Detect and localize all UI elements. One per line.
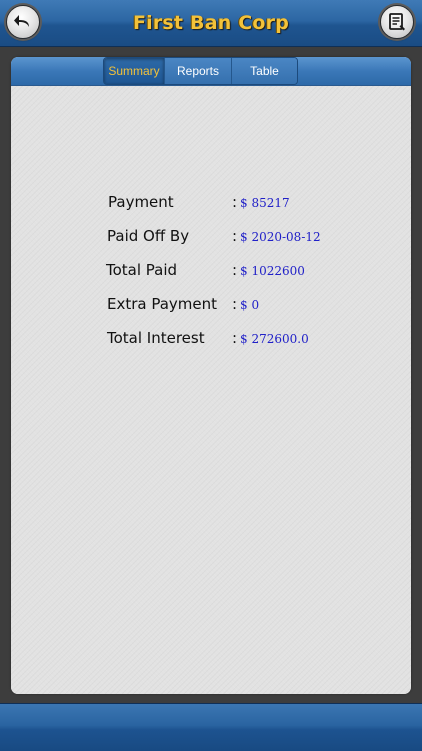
payment-label: Payment (108, 193, 174, 211)
summary-row-payment: Payment : $ 85217 (11, 193, 411, 217)
total-paid-value: $ 1022600 (240, 264, 305, 278)
paid-off-by-value: $ 2020-08-12 (240, 230, 321, 244)
document-list-icon (389, 13, 405, 31)
extra-payment-colon: : (232, 295, 238, 313)
bottom-toolbar (0, 703, 422, 751)
extra-payment-label: Extra Payment (107, 295, 218, 313)
tab-header-bar: Summary Reports Table (11, 57, 411, 86)
total-paid-label: Total Paid (106, 261, 178, 279)
menu-button[interactable] (380, 5, 414, 39)
total-interest-colon: : (232, 329, 238, 347)
total-paid-colon: : (232, 261, 238, 279)
tab-summary[interactable]: Summary (104, 58, 165, 84)
tab-reports[interactable]: Reports (165, 58, 232, 84)
payment-value: $ 85217 (240, 196, 290, 210)
paid-off-by-label: Paid Off By (107, 227, 190, 245)
app-title: First Ban Corp (132, 12, 290, 34)
paid-off-by-colon: : (232, 227, 238, 245)
segmented-tab-control: Summary Reports Table (103, 57, 298, 85)
extra-payment-value: $ 0 (240, 298, 260, 312)
summary-row-extra-payment: Extra Payment : $ 0 (11, 295, 411, 319)
summary-row-total-paid: Total Paid : $ 1022600 (11, 261, 411, 285)
total-interest-label: Total Interest (107, 329, 205, 347)
payment-colon: : (232, 193, 238, 211)
total-interest-value: $ 272600.0 (240, 332, 309, 346)
top-navigation-bar: First Ban Corp (0, 0, 422, 47)
summary-row-paid-off-by: Paid Off By : $ 2020-08-12 (11, 227, 411, 251)
tab-table[interactable]: Table (232, 58, 297, 84)
content-card: Summary Reports Table Payment : $ 85217 … (11, 57, 411, 694)
summary-row-total-interest: Total Interest : $ 272600.0 (11, 329, 411, 353)
summary-panel: Payment : $ 85217 Paid Off By : $ 2020-0… (11, 86, 411, 694)
